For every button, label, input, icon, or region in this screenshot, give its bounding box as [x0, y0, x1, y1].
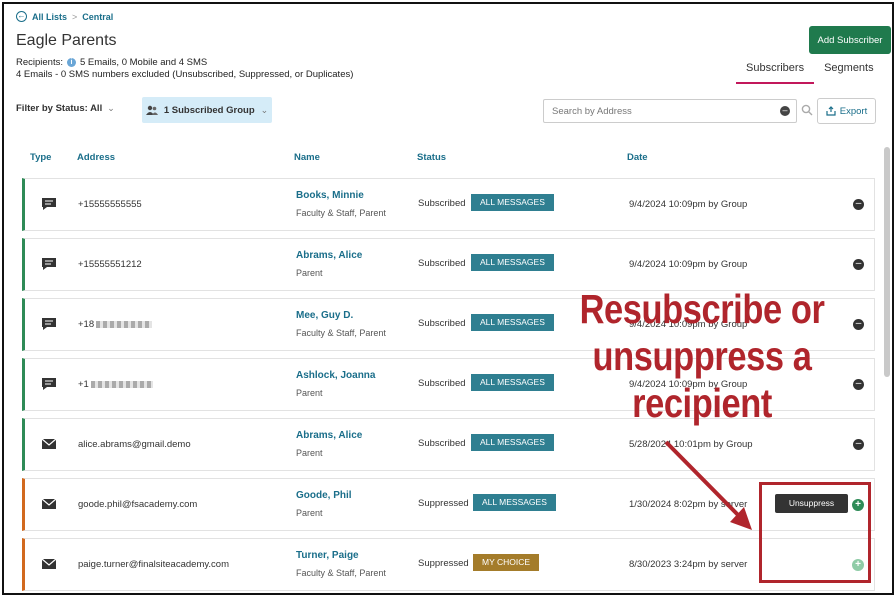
window-frame: ← All Lists > Central Eagle Parents Reci…	[2, 2, 894, 595]
highlight-box	[759, 482, 871, 583]
